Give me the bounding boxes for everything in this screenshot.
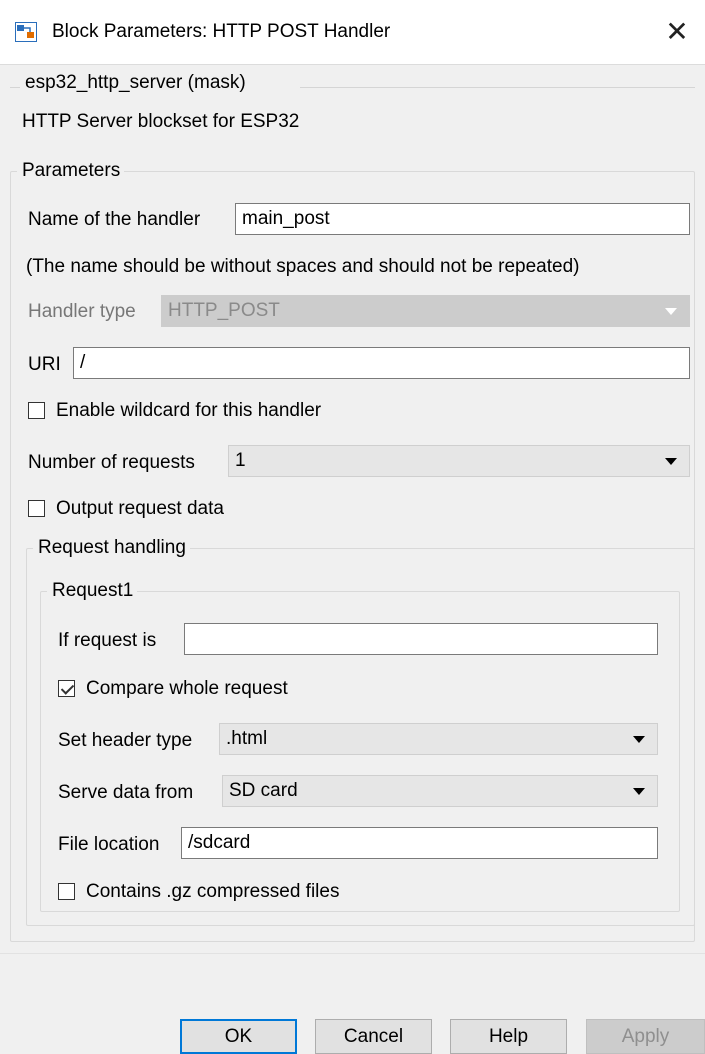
handler-name-label: Name of the handler xyxy=(28,209,201,230)
num-requests-select[interactable]: 1 xyxy=(228,445,690,477)
ok-button[interactable]: OK xyxy=(180,1019,297,1054)
header-type-select[interactable]: .html xyxy=(219,723,658,755)
wildcard-label: Enable wildcard for this handler xyxy=(56,400,322,421)
footer-divider xyxy=(0,953,705,954)
if-request-input[interactable] xyxy=(184,623,658,655)
serve-from-select[interactable]: SD card xyxy=(222,775,658,807)
mask-divider-right xyxy=(300,87,695,88)
num-requests-label: Number of requests xyxy=(28,452,195,473)
chevron-down-icon xyxy=(665,458,677,465)
handler-type-select: HTTP_POST xyxy=(161,295,690,327)
cancel-button[interactable]: Cancel xyxy=(315,1019,432,1054)
request1-legend: Request1 xyxy=(52,580,134,601)
handler-name-note: (The name should be without spaces and s… xyxy=(26,256,580,277)
request-handling-legend: Request handling xyxy=(38,537,186,558)
chevron-down-icon xyxy=(633,788,645,795)
mask-description: HTTP Server blockset for ESP32 xyxy=(22,111,300,132)
file-location-input[interactable]: /sdcard xyxy=(181,827,658,859)
parameters-legend: Parameters xyxy=(22,160,121,181)
checkmark-icon xyxy=(60,681,75,695)
handler-name-input[interactable]: main_post xyxy=(235,203,690,235)
compare-whole-checkbox[interactable] xyxy=(58,680,75,697)
chevron-down-icon xyxy=(665,308,677,315)
serve-from-label: Serve data from xyxy=(58,782,194,803)
help-button[interactable]: Help xyxy=(450,1019,567,1054)
window-title: Block Parameters: HTTP POST Handler xyxy=(52,21,391,42)
file-location-label: File location xyxy=(58,834,160,855)
wildcard-checkbox[interactable] xyxy=(28,402,45,419)
mask-name: esp32_http_server (mask) xyxy=(25,72,246,93)
uri-label: URI xyxy=(28,354,61,375)
output-request-label: Output request data xyxy=(56,498,224,519)
gz-checkbox[interactable] xyxy=(58,883,75,900)
output-request-checkbox[interactable] xyxy=(28,500,45,517)
compare-whole-label: Compare whole request xyxy=(86,678,288,699)
apply-button: Apply xyxy=(586,1019,705,1054)
num-requests-value: 1 xyxy=(235,450,246,471)
header-type-label: Set header type xyxy=(58,730,193,751)
header-type-value: .html xyxy=(226,728,268,749)
simulink-block-icon xyxy=(15,22,37,42)
uri-input[interactable]: / xyxy=(73,347,690,379)
if-request-label: If request is xyxy=(58,630,157,651)
chevron-down-icon xyxy=(633,736,645,743)
gz-label: Contains .gz compressed files xyxy=(86,881,340,902)
title-bar: Block Parameters: HTTP POST Handler ✕ xyxy=(0,0,705,65)
handler-type-value: HTTP_POST xyxy=(168,300,280,321)
close-icon[interactable]: ✕ xyxy=(649,0,705,64)
serve-from-value: SD card xyxy=(229,780,298,801)
handler-type-label: Handler type xyxy=(28,301,136,322)
mask-divider-left xyxy=(10,87,20,88)
